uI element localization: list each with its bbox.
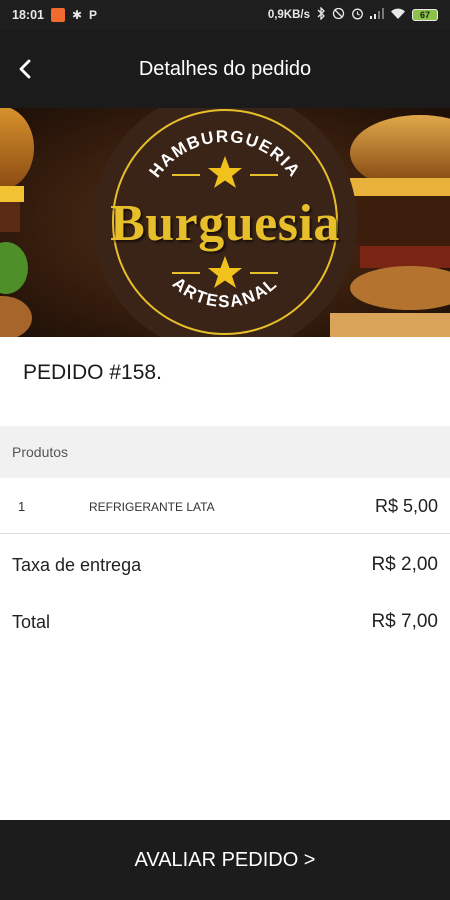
bluetooth-icon <box>316 6 326 23</box>
battery-icon: 67 <box>412 9 438 21</box>
total-label: Total <box>12 611 51 632</box>
restaurant-banner: HAMBURGUERIA ARTESANAL Burguesia <box>0 108 450 337</box>
do-not-disturb-icon <box>332 7 345 23</box>
total-row: Total R$ 7,00 <box>12 607 438 637</box>
rate-order-button[interactable]: AVALIAR PEDIDO > <box>0 820 450 900</box>
delivery-fee-label: Taxa de entrega <box>12 554 142 575</box>
product-name: REFRIGERANTE LATA <box>89 500 215 514</box>
p-notification-icon: P <box>89 8 98 22</box>
delivery-fee-value: R$ 2,00 <box>371 554 438 575</box>
page-title: Detalhes do pedido <box>138 58 312 80</box>
app-notification-icon <box>50 8 65 22</box>
alarm-icon <box>351 7 364 23</box>
app-bar: Detalhes do pedido <box>0 30 450 108</box>
status-time: 18:01 <box>12 8 44 22</box>
products-header: Produtos <box>0 426 450 478</box>
product-row: 1 REFRIGERANTE LATA R$ 5,00 <box>0 478 450 534</box>
brand-name: Burguesia <box>110 195 340 252</box>
order-number: PEDIDO #158. <box>23 361 162 384</box>
settings-notification-icon: ✱ <box>71 8 83 22</box>
product-quantity: 1 <box>18 499 26 514</box>
wifi-icon <box>390 8 406 23</box>
delivery-fee-row: Taxa de entrega R$ 2,00 <box>12 550 438 580</box>
network-speed: 0,9KB/s <box>267 9 310 21</box>
status-bar: 18:01 ✱ P 0,9KB/s 67 <box>0 0 450 30</box>
product-price: R$ 5,00 <box>374 496 438 516</box>
total-value: R$ 7,00 <box>371 611 438 632</box>
signal-icon <box>370 8 384 22</box>
